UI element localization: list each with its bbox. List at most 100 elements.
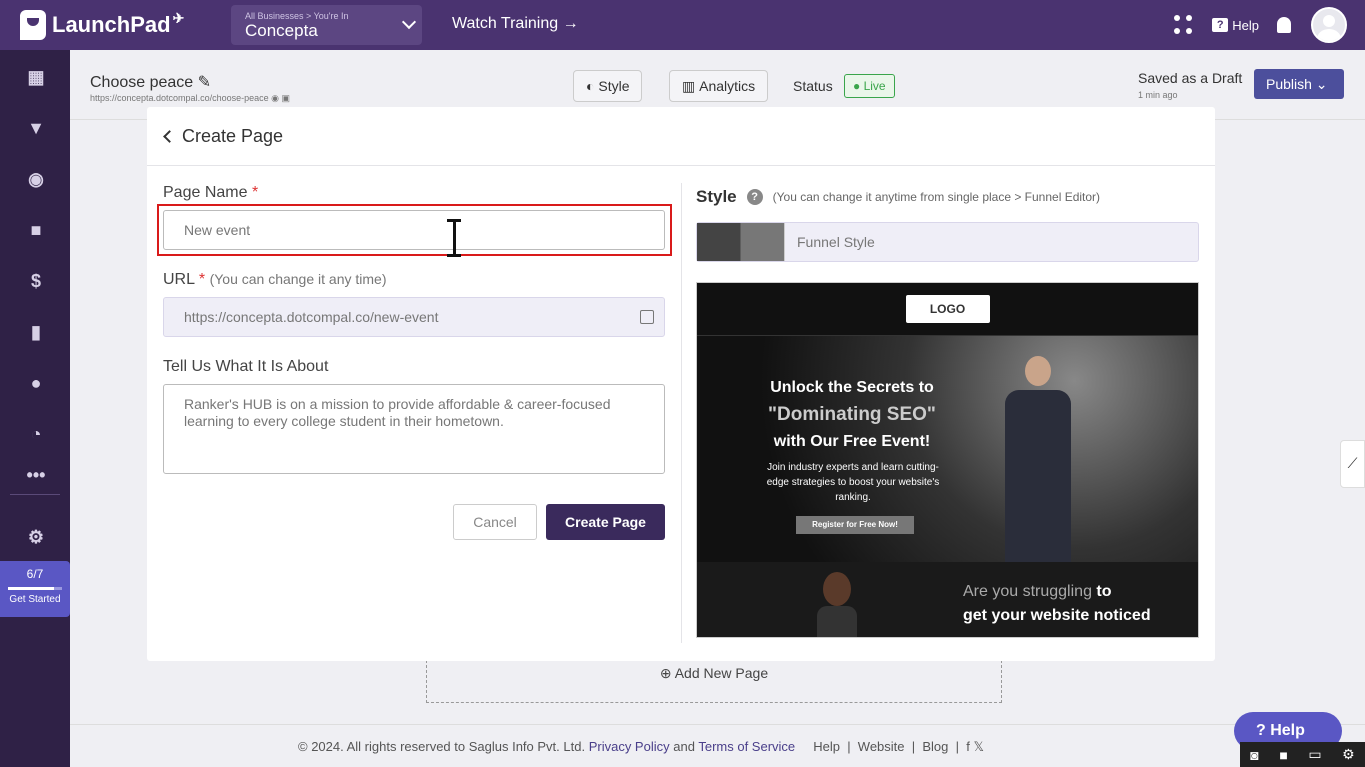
dashboard-icon[interactable]: ▦ <box>24 65 48 89</box>
modal-title: Create Page <box>182 125 284 146</box>
gauge-icon[interactable]: ◔ <box>24 422 48 446</box>
analytics-icon[interactable]: ▮ <box>24 320 48 344</box>
cancel-button[interactable]: Cancel <box>453 504 537 540</box>
palette-icon: ◐ <box>586 78 599 94</box>
style-title-text: Style <box>696 187 737 206</box>
about-label: Tell Us What It Is About <box>163 358 329 375</box>
url-hint: (You can change it any time) <box>209 271 387 287</box>
status-value: Live <box>863 79 886 93</box>
preview-logo-bar: LOGO <box>697 283 1198 336</box>
business-switcher[interactable]: All Businesses > You're In Concepta <box>231 5 422 45</box>
funnel-style-label: Funnel Style <box>797 234 875 250</box>
preview-body: Join industry experts and learn cutting-… <box>766 462 940 503</box>
camera-icon[interactable]: ◙ <box>1250 747 1258 763</box>
edit-icon[interactable]: ✎ <box>198 74 211 91</box>
preview-cta: Register for Free Now! <box>796 516 914 534</box>
gear-icon[interactable]: ⚙ <box>1342 746 1355 763</box>
floating-help-label: Help <box>1270 722 1305 739</box>
x-icon[interactable]: 𝕏 <box>973 739 983 754</box>
preview-bottom-b: get your website noticed <box>963 607 1151 624</box>
help-icon: ? <box>1212 18 1229 32</box>
progress-bar <box>8 587 62 590</box>
launchpad-logo-icon <box>20 10 46 40</box>
create-page-button[interactable]: Create Page <box>546 504 665 540</box>
sidebar: ▦ ▼ ◉ ■ $ ▮ ● ◔ ••• ⚙ 6/7 Get Started <box>0 50 70 767</box>
get-started-progress[interactable]: 6/7 Get Started <box>0 561 70 617</box>
preview-hero: Unlock the Secrets to "Dominating SEO" w… <box>697 336 1198 562</box>
brand-name: LaunchPad <box>52 12 171 37</box>
required-mark: * <box>198 271 206 288</box>
analytics-button[interactable]: ▥ Analytics <box>669 70 769 102</box>
modal-header: Create Page <box>147 107 1215 166</box>
footer-blog-link[interactable]: Blog <box>922 739 948 754</box>
brand-logo[interactable]: LaunchPad ✈ <box>20 10 184 40</box>
text-cursor-icon <box>447 219 461 257</box>
url-input[interactable]: https://concepta.dotcompal.co/new-event <box>163 297 665 337</box>
apps-grid-icon[interactable] <box>1174 15 1194 35</box>
question-icon[interactable]: ? <box>746 189 763 205</box>
preview-headline-line1: Unlock the Secrets to <box>770 379 934 396</box>
preview-bottom-section: Are you struggling to get your website n… <box>697 562 1198 637</box>
bell-icon[interactable] <box>1277 17 1291 33</box>
about-textarea[interactable]: Ranker's HUB is on a mission to provide … <box>163 384 665 474</box>
progress-fill <box>8 587 55 590</box>
page-title: Choose peace ✎ <box>90 72 211 92</box>
funnel-style-select[interactable]: Funnel Style <box>696 222 1199 262</box>
preview-headline: Unlock the Secrets to "Dominating SEO" w… <box>757 374 947 455</box>
business-breadcrumb: All Businesses > You're In <box>245 11 349 21</box>
page-name-label: Page Name * <box>163 184 258 202</box>
url-label-text: URL <box>163 271 195 288</box>
sidebar-divider <box>10 494 60 495</box>
globe-icon[interactable]: ◉ <box>24 167 48 191</box>
video-icon[interactable]: ■ <box>24 218 48 242</box>
rocket-icon: ✈ <box>172 9 185 26</box>
progress-label: Get Started <box>9 594 61 605</box>
video-record-icon[interactable]: ■ <box>1279 747 1287 763</box>
dollar-icon[interactable]: $ <box>24 269 48 293</box>
more-icon[interactable]: ••• <box>24 463 48 487</box>
back-chevron-icon[interactable] <box>163 129 176 143</box>
publish-button[interactable]: Publish ⌄ <box>1254 69 1344 99</box>
saved-status: Saved as a Draft <box>1138 70 1243 86</box>
edit-icon[interactable] <box>640 310 654 324</box>
avatar[interactable] <box>1311 7 1347 43</box>
privacy-link[interactable]: Privacy Policy <box>589 739 670 754</box>
required-mark: * <box>251 184 259 201</box>
settings-icon[interactable]: ⚙ <box>24 525 48 549</box>
preview-logo: LOGO <box>905 295 990 323</box>
url-value: https://concepta.dotcompal.co/new-event <box>184 309 439 325</box>
chart-icon: ▥ <box>682 77 700 94</box>
eye-icon[interactable]: ◉ <box>271 93 279 103</box>
side-panel-toggle-icon[interactable]: ⟋ <box>1340 440 1365 488</box>
saved-time: 1 min ago <box>1138 90 1178 100</box>
preview-speaker-image <box>997 356 1077 562</box>
page-name-input[interactable]: New event <box>163 210 665 250</box>
terms-link[interactable]: Terms of Service <box>698 739 795 754</box>
copy-icon[interactable]: ▣ <box>282 93 291 103</box>
style-button[interactable]: ◐ Style <box>573 70 643 102</box>
progress-count: 6/7 <box>26 567 44 581</box>
window-icon[interactable]: ▭ <box>1308 746 1321 763</box>
page-title-text: Choose peace <box>90 74 194 91</box>
publish-label: Publish <box>1266 76 1312 92</box>
preview-woman-image <box>817 572 857 637</box>
facebook-icon[interactable]: f <box>966 739 970 754</box>
preview-bottom-a: to <box>1096 583 1112 600</box>
add-new-page-button[interactable]: ⊕ Add New Page <box>426 655 1002 703</box>
add-new-page-label: Add New Page <box>674 665 769 681</box>
recording-toolbar: ◙ ■ ▭ ⚙ <box>1240 742 1365 767</box>
modal-divider <box>681 183 682 643</box>
footer: © 2024. All rights reserved to Saglus In… <box>70 724 1365 767</box>
funnel-style-thumbnail <box>697 223 785 261</box>
users-icon[interactable]: ● <box>24 371 48 395</box>
preview-headline-line2: "Dominating SEO" <box>768 404 936 425</box>
preview-headline-line3: with Our Free Event! <box>773 433 931 450</box>
help-button[interactable]: ? Help <box>1212 18 1259 33</box>
style-section-title: Style ? (You can change it anytime from … <box>696 187 1100 207</box>
status-label: Status <box>793 78 833 94</box>
footer-website-link[interactable]: Website <box>858 739 905 754</box>
watch-training-link[interactable]: Watch Training → <box>452 15 579 33</box>
footer-and: and <box>673 739 695 754</box>
funnel-icon[interactable]: ▼ <box>24 116 48 140</box>
footer-help-link[interactable]: Help <box>813 739 840 754</box>
